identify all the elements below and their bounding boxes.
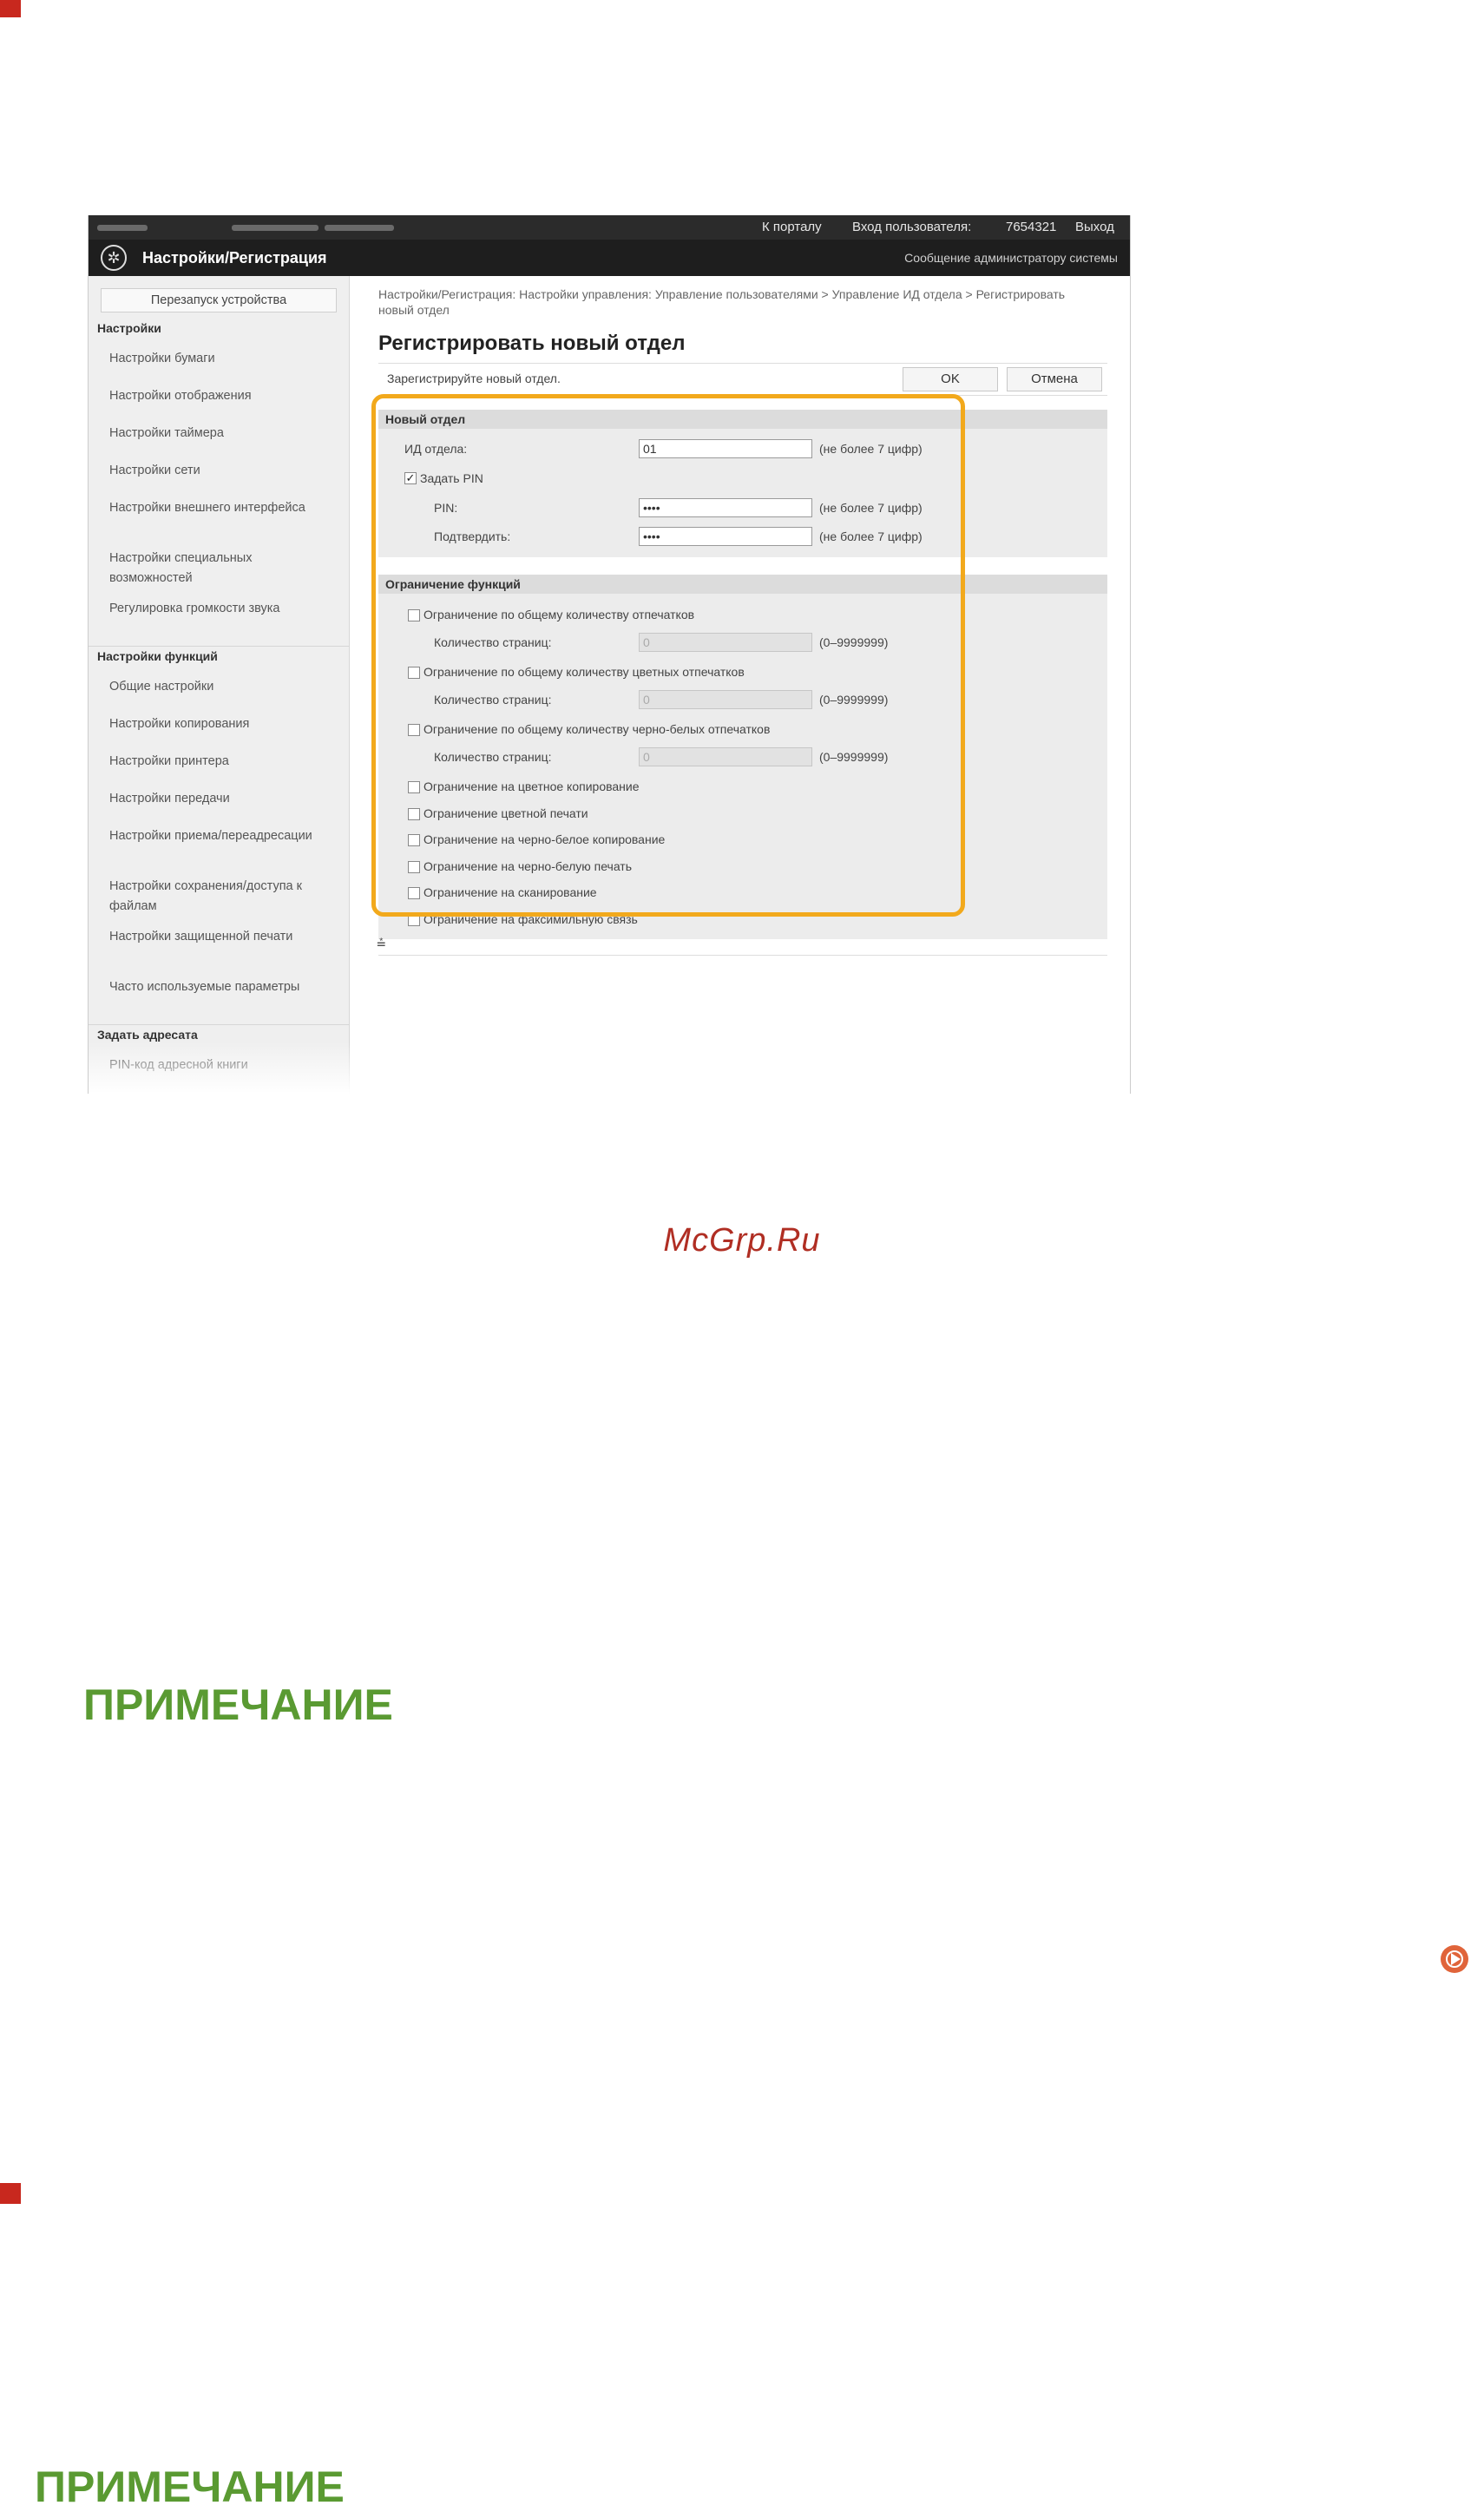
- restart-device-button[interactable]: Перезапуск устройства: [101, 288, 337, 312]
- sidebar-item[interactable]: Настройки бумаги: [109, 349, 337, 369]
- sidebar-item[interactable]: Регулировка громкости звука: [109, 599, 337, 619]
- sidebar-divider: [89, 646, 349, 647]
- sidebar-item[interactable]: Настройки сохранения/доступа к файлам: [109, 877, 337, 917]
- blurred-text: [325, 225, 394, 231]
- logout-link[interactable]: Выход: [1075, 220, 1114, 234]
- blurred-text: [97, 225, 148, 231]
- sidebar-group-heading: Настройки: [97, 321, 161, 335]
- sidebar-item[interactable]: Настройки внешнего интерфейса: [109, 498, 337, 518]
- note-heading-2: ПРИМЕЧАНИЕ: [35, 2463, 345, 2511]
- sidebar-item[interactable]: Настройки отображения: [109, 386, 337, 406]
- breadcrumb: Настройки/Регистрация: Настройки управле…: [378, 287, 1066, 317]
- sidebar-item[interactable]: Настройки копирования: [109, 714, 337, 734]
- sidebar-item[interactable]: Настройки сервера LDAP: [109, 1093, 337, 1094]
- admin-message-link[interactable]: Сообщение администратору системы: [904, 251, 1118, 265]
- portal-link[interactable]: К порталу: [762, 220, 822, 234]
- sidebar-item[interactable]: Общие настройки: [109, 677, 337, 697]
- sidebar: Перезапуск устройства Настройки Настройки…: [89, 276, 350, 1094]
- watermark: McGrp.Ru: [663, 1222, 821, 1259]
- sidebar-item[interactable]: Настройки сети: [109, 461, 337, 481]
- instruction-row: Зарегистрируйте новый отдел. OK Отмена: [378, 363, 1107, 396]
- login-label: Вход пользователя:: [852, 220, 972, 234]
- section-marker-middle: [0, 2183, 21, 2204]
- cancel-button[interactable]: Отмена: [1007, 367, 1102, 391]
- sidebar-group-heading: Задать адресата: [97, 1028, 198, 1042]
- user-id: 7654321: [1006, 220, 1057, 234]
- sidebar-item[interactable]: Настройки специальных возможностей: [109, 549, 337, 589]
- arrow-right-icon[interactable]: [1441, 1945, 1468, 1973]
- top-bar: К порталу Вход пользователя: 7654321 Вых…: [89, 215, 1130, 240]
- sidebar-item[interactable]: Часто используемые параметры: [109, 977, 337, 997]
- sidebar-item[interactable]: PIN-код адресной книги: [109, 1055, 337, 1075]
- page-top-icon[interactable]: ⩮: [377, 934, 386, 952]
- settings-gear-icon: ✲: [101, 245, 127, 271]
- section-marker-top: [0, 0, 21, 17]
- instruction-text: Зарегистрируйте новый отдел.: [387, 372, 561, 385]
- note-heading-1: ПРИМЕЧАНИЕ: [83, 1680, 393, 1729]
- sidebar-item[interactable]: Настройки приема/переадресации: [109, 826, 337, 846]
- divider: [378, 955, 1107, 956]
- sidebar-group-heading: Настройки функций: [97, 649, 218, 663]
- highlight-frame: [371, 394, 965, 917]
- app-title: Настройки/Регистрация: [142, 249, 327, 266]
- ok-button[interactable]: OK: [903, 367, 998, 391]
- sidebar-item[interactable]: Настройки таймера: [109, 424, 337, 444]
- blurred-text: [232, 225, 318, 231]
- title-bar: ✲ Настройки/Регистрация Сообщение админи…: [89, 240, 1130, 276]
- sidebar-item[interactable]: Настройки передачи: [109, 789, 337, 809]
- sidebar-item[interactable]: Настройки защищенной печати: [109, 927, 337, 947]
- page-title: Регистрировать новый отдел: [378, 332, 686, 355]
- sidebar-item[interactable]: Настройки принтера: [109, 752, 337, 772]
- sidebar-divider: [89, 1024, 349, 1025]
